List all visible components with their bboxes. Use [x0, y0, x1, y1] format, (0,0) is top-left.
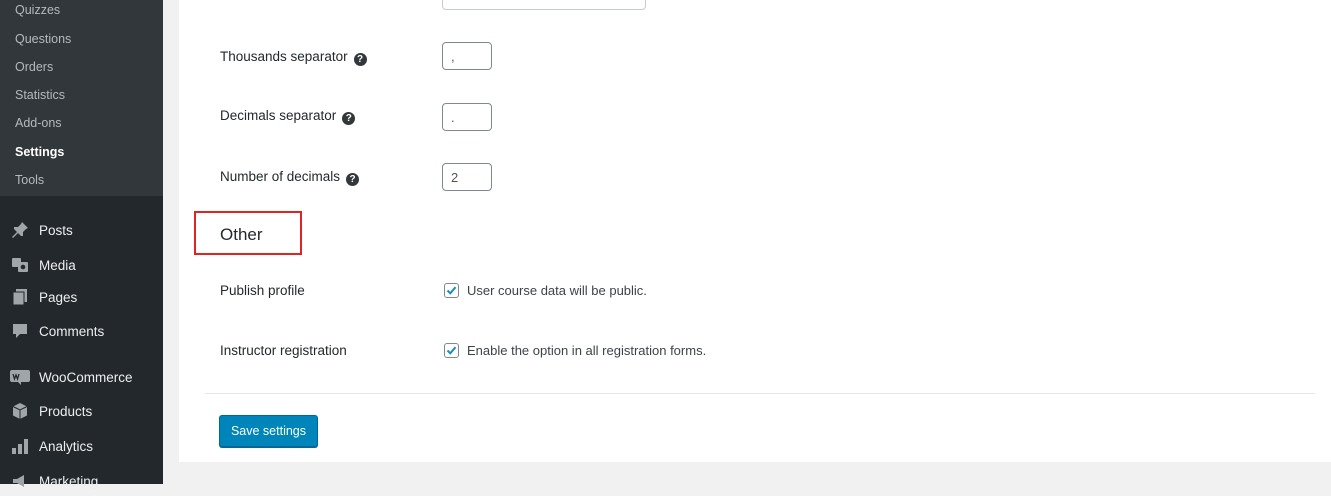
woocommerce-icon	[10, 367, 30, 387]
instructor-registration-description: Enable the option in all registration fo…	[467, 343, 707, 358]
menu-item-label: WooCommerce	[39, 369, 133, 385]
admin-sidebar: Quizzes Questions Orders Statistics Add-…	[0, 0, 163, 489]
menu-item-comments[interactable]: Comments	[0, 316, 163, 346]
instructor-registration-option: Enable the option in all registration fo…	[444, 343, 706, 358]
marketing-icon	[10, 471, 30, 491]
number-of-decimals-input[interactable]	[442, 163, 492, 191]
comments-icon	[10, 321, 30, 341]
main-content: Thousands separator? Decimals separator?…	[163, 0, 1331, 484]
publish-profile-description: User course data will be public.	[467, 283, 647, 298]
submenu-item-settings[interactable]: Settings	[15, 144, 64, 160]
menu-item-label: Pages	[39, 289, 78, 305]
checkmark-icon	[446, 346, 457, 355]
menu-item-media[interactable]: Media	[0, 250, 163, 280]
thousands-separator-label: Thousands separator?	[220, 48, 367, 66]
publish-profile-label: Publish profile	[220, 283, 305, 298]
analytics-icon	[10, 436, 30, 456]
menu-item-label: Analytics	[39, 438, 94, 454]
submenu-item-quizzes[interactable]: Quizzes	[15, 2, 60, 18]
menu-item-label: Products	[39, 403, 93, 419]
products-icon	[10, 401, 30, 421]
pin-icon	[10, 220, 30, 240]
media-icon	[10, 255, 30, 275]
menu-item-products[interactable]: Products	[0, 396, 163, 426]
menu-item-label: Media	[39, 257, 76, 273]
instructor-registration-label: Instructor registration	[220, 343, 347, 358]
decimals-separator-input[interactable]	[442, 103, 492, 131]
menu-item-label: Marketing	[39, 473, 99, 489]
publish-profile-option: User course data will be public.	[444, 283, 647, 298]
help-icon[interactable]: ?	[342, 112, 356, 125]
save-settings-button[interactable]: Save settings	[219, 415, 318, 447]
settings-panel: Thousands separator? Decimals separator?…	[179, 0, 1331, 462]
plugin-submenu: Quizzes Questions Orders Statistics Add-…	[0, 0, 163, 196]
previous-setting-input[interactable]	[442, 0, 646, 10]
decimals-separator-label: Decimals separator?	[220, 107, 356, 125]
pages-icon	[10, 287, 30, 307]
menu-item-posts[interactable]: Posts	[0, 215, 163, 245]
publish-profile-checkbox[interactable]	[444, 283, 459, 298]
menu-item-analytics[interactable]: Analytics	[0, 431, 163, 461]
instructor-registration-checkbox[interactable]	[444, 343, 459, 358]
submenu-item-questions[interactable]: Questions	[15, 31, 71, 47]
submenu-item-tools[interactable]: Tools	[15, 172, 44, 188]
submenu-item-add-ons[interactable]: Add-ons	[15, 115, 62, 131]
menu-item-marketing[interactable]: Marketing	[0, 466, 163, 496]
menu-item-pages[interactable]: Pages	[0, 282, 163, 312]
menu-item-woocommerce[interactable]: WooCommerce	[0, 362, 163, 392]
help-icon[interactable]: ?	[346, 173, 360, 186]
number-of-decimals-label: Number of decimals?	[220, 168, 360, 186]
menu-item-label: Comments	[39, 323, 105, 339]
checkmark-icon	[446, 286, 457, 295]
menu-item-label: Posts	[39, 222, 73, 238]
section-title-other: Other	[220, 225, 263, 244]
divider	[205, 393, 1315, 394]
submenu-item-orders[interactable]: Orders	[15, 59, 53, 75]
thousands-separator-input[interactable]	[442, 42, 492, 70]
submenu-item-statistics[interactable]: Statistics	[15, 87, 65, 103]
help-icon[interactable]: ?	[353, 53, 367, 66]
